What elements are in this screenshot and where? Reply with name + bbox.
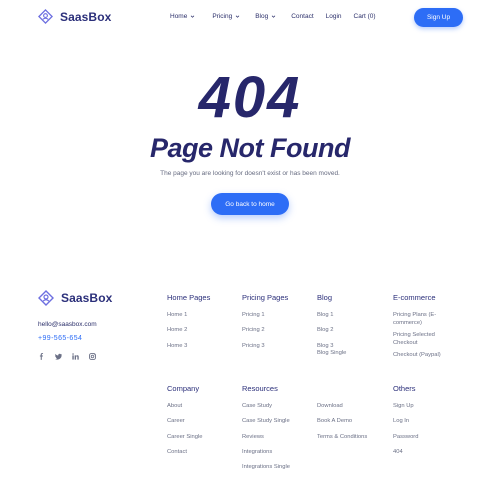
footer-link[interactable]: 404 bbox=[393, 449, 453, 457]
footer-link[interactable]: Blog 3 bbox=[317, 343, 382, 351]
footer-link[interactable]: Terms & Conditions bbox=[317, 434, 387, 442]
nav-home[interactable]: Home bbox=[170, 13, 195, 20]
nav-contact-label: Contact bbox=[291, 13, 314, 20]
footer-col-ecommerce: E-commerce Pricing Plans (E-commerce) Pr… bbox=[393, 293, 453, 367]
footer-col-pricing-pages: Pricing Pages Pricing 1 Pricing 2 Pricin… bbox=[242, 293, 307, 358]
linkedin-icon[interactable] bbox=[72, 353, 79, 360]
signup-button[interactable]: Sign Up bbox=[414, 8, 463, 27]
footer-link[interactable]: Blog 2 bbox=[317, 327, 382, 335]
footer-link[interactable]: Sign Up bbox=[393, 403, 453, 411]
footer-link[interactable]: Pricing Selected Checkout bbox=[393, 332, 453, 347]
nav-blog[interactable]: Blog bbox=[255, 13, 276, 20]
footer-link[interactable]: Contact bbox=[167, 449, 232, 457]
page-subtitle: The page you are looking for doesn't exi… bbox=[160, 170, 340, 177]
footer-link[interactable]: Pricing 2 bbox=[242, 327, 307, 335]
footer-link[interactable]: Pricing 3 bbox=[242, 343, 307, 351]
nav-pricing[interactable]: Pricing bbox=[212, 13, 240, 20]
brand-name: SaasBox bbox=[60, 9, 112, 24]
footer-link[interactable]: Blog Single bbox=[317, 350, 382, 358]
footer-link[interactable]: Password bbox=[393, 434, 453, 442]
footer-brand-name: SaasBox bbox=[61, 291, 113, 305]
footer-link[interactable]: Home 3 bbox=[167, 343, 232, 351]
footer-link[interactable]: Case Study bbox=[242, 403, 312, 411]
page-title: Page Not Found bbox=[150, 133, 350, 163]
facebook-icon[interactable] bbox=[38, 353, 45, 360]
footer-link[interactable]: Book A Demo bbox=[317, 418, 387, 426]
footer-col-others: Others Sign Up Log In Password 404 bbox=[393, 384, 453, 464]
brand-logo[interactable]: SaasBox bbox=[38, 9, 111, 24]
footer-email[interactable]: hello@saasbox.com bbox=[38, 321, 97, 328]
footer-col-resources: Resources Case Study Case Study Single R… bbox=[242, 384, 312, 479]
footer-link[interactable]: About bbox=[167, 403, 232, 411]
nav-login-label: Login bbox=[325, 13, 342, 20]
social-links bbox=[38, 353, 96, 360]
nav-login[interactable]: Login bbox=[326, 13, 342, 20]
logo-icon bbox=[38, 9, 53, 24]
footer-col-misc: Download Book A Demo Terms & Conditions bbox=[317, 384, 387, 449]
footer-col-title: Home Pages bbox=[167, 293, 211, 302]
footer-link[interactable]: Log In bbox=[393, 418, 453, 426]
footer-link[interactable]: Checkout (Paypal) bbox=[393, 352, 453, 360]
footer-link[interactable]: Home 1 bbox=[167, 312, 232, 320]
footer-link[interactable]: Pricing Plans (E-commerce) bbox=[393, 312, 453, 327]
footer-col-title: Pricing Pages bbox=[242, 293, 289, 302]
footer-link[interactable]: Career bbox=[167, 418, 232, 426]
footer-phone[interactable]: +99-565-654 bbox=[38, 335, 82, 342]
footer-link[interactable]: Integrations bbox=[242, 449, 312, 457]
footer-col-home-pages: Home Pages Home 1 Home 2 Home 3 bbox=[167, 293, 232, 358]
nav-home-label: Home bbox=[170, 13, 188, 20]
nav-pricing-label: Pricing bbox=[212, 13, 233, 20]
footer-link[interactable]: Blog 1 bbox=[317, 312, 382, 320]
nav-cart-label: Cart (0) bbox=[353, 13, 376, 20]
footer-col-title: Company bbox=[167, 384, 200, 393]
footer-link[interactable]: Career Single bbox=[167, 434, 232, 442]
footer-link[interactable]: Home 2 bbox=[167, 327, 232, 335]
footer-col-title: Blog bbox=[317, 293, 333, 302]
chevron-down-icon bbox=[191, 15, 195, 18]
footer-link[interactable]: Pricing 1 bbox=[242, 312, 307, 320]
footer-link[interactable]: Reviews bbox=[242, 434, 312, 442]
nav-blog-label: Blog bbox=[255, 13, 269, 20]
footer-col-title: Others bbox=[393, 384, 416, 393]
footer-col-title: Resources bbox=[242, 384, 278, 393]
nav-contact[interactable]: Contact bbox=[291, 13, 313, 20]
footer-link[interactable]: Download bbox=[317, 403, 387, 411]
nav-cart[interactable]: Cart (0) bbox=[354, 13, 376, 20]
chevron-down-icon bbox=[235, 15, 240, 18]
footer-link[interactable]: Integrations Single bbox=[242, 464, 312, 472]
footer-col-title bbox=[317, 384, 387, 393]
footer-col-company: Company About Career Career Single Conta… bbox=[167, 384, 232, 464]
footer-col-title: E-commerce bbox=[393, 293, 436, 302]
site-header: SaasBox Home Pricing Blog Contact Login … bbox=[0, 0, 500, 36]
footer-col-blog: Blog Blog 1 Blog 2 Blog 3 Blog Single bbox=[317, 293, 382, 365]
footer-link[interactable]: Case Study Single bbox=[242, 418, 312, 426]
error-code: 404 bbox=[198, 65, 302, 130]
go-home-button[interactable]: Go back to home bbox=[211, 193, 289, 215]
chevron-down-icon bbox=[271, 15, 276, 18]
instagram-icon[interactable] bbox=[89, 353, 96, 360]
twitter-icon[interactable] bbox=[55, 353, 62, 360]
main-nav: Home Pricing Blog Contact Login Cart (0) bbox=[170, 13, 376, 20]
logo-icon bbox=[38, 290, 54, 306]
footer-brand-logo[interactable]: SaasBox bbox=[38, 290, 112, 306]
